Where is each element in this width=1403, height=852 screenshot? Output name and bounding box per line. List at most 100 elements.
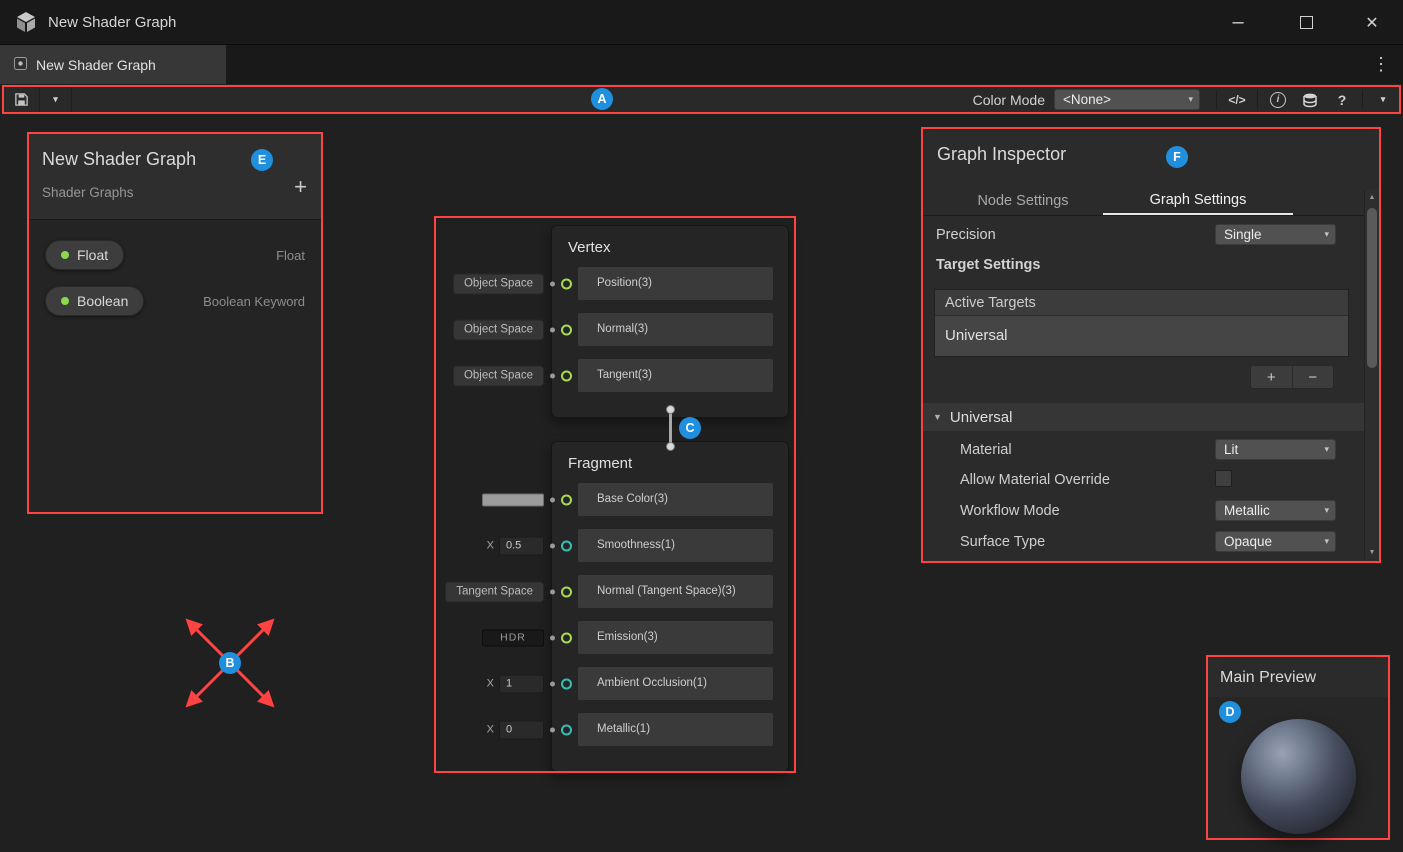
- window-title: New Shader Graph: [48, 14, 176, 31]
- color-mode-value: <None>: [1063, 92, 1111, 107]
- maximize-button[interactable]: [1285, 0, 1327, 45]
- port-label: Normal (Tangent Space)(3): [578, 575, 773, 608]
- toolbar-overflow-button[interactable]: ▾: [1367, 87, 1399, 112]
- tab-new-shader-graph[interactable]: New Shader Graph: [0, 45, 226, 84]
- add-target-button[interactable]: +: [1251, 366, 1292, 388]
- list-item: Float Float: [29, 232, 321, 278]
- annotation-badge-a: A: [591, 88, 613, 110]
- space-dropdown[interactable]: Tangent Space: [445, 581, 544, 602]
- connector-stub-icon: [550, 635, 555, 640]
- port-icon[interactable]: [561, 586, 572, 597]
- inspector-scrollbar[interactable]: ▲ ▼: [1364, 190, 1379, 559]
- value-field[interactable]: 1: [499, 674, 544, 693]
- view-code-button[interactable]: </>: [1221, 87, 1253, 112]
- surface-type-dropdown[interactable]: Opaque ▾: [1215, 531, 1336, 552]
- add-property-button[interactable]: +: [294, 176, 307, 198]
- port-icon[interactable]: [561, 324, 572, 335]
- scroll-down-icon[interactable]: ▼: [1365, 545, 1379, 559]
- port-label: Normal(3): [578, 313, 773, 346]
- material-dropdown[interactable]: Lit ▾: [1215, 439, 1336, 460]
- annotation-badge-b: B: [219, 652, 241, 674]
- space-dropdown[interactable]: Object Space: [453, 319, 544, 340]
- port-icon[interactable]: [561, 632, 572, 643]
- unity-logo: [13, 9, 39, 35]
- panel-title: Main Preview: [1220, 669, 1316, 687]
- port-icon[interactable]: [561, 724, 572, 735]
- fragment-row-normal: Tangent Space Normal (Tangent Space)(3): [578, 575, 773, 608]
- connector-stub-icon: [550, 327, 555, 332]
- tab-label: New Shader Graph: [36, 57, 156, 73]
- chevron-down-icon: ▾: [1324, 229, 1329, 240]
- space-dropdown[interactable]: Object Space: [453, 273, 544, 294]
- close-button[interactable]: ✕: [1351, 0, 1393, 45]
- maximize-icon: [1300, 16, 1313, 29]
- connector-stub-icon: [550, 589, 555, 594]
- port-label: Emission(3): [578, 621, 773, 654]
- chevron-down-icon: ▾: [1324, 505, 1329, 516]
- scroll-up-icon[interactable]: ▲: [1365, 190, 1379, 204]
- toolbar-divider: [1257, 90, 1258, 109]
- color-mode-dropdown[interactable]: <None> ▾: [1054, 89, 1200, 110]
- axis-label: X: [487, 724, 494, 736]
- blackboard-subtitle: Shader Graphs: [42, 185, 134, 200]
- allow-material-override-label: Allow Material Override: [960, 472, 1110, 488]
- blackboard-property-float[interactable]: Float: [45, 240, 124, 270]
- graph-toolbar: ▾ Color Mode <None> ▾ </> i ? ▾: [2, 85, 1401, 114]
- scrollbar-thumb[interactable]: [1367, 208, 1377, 368]
- material-label: Material: [960, 442, 1012, 458]
- tab-graph-settings[interactable]: Graph Settings: [1103, 186, 1293, 215]
- space-dropdown[interactable]: Object Space: [453, 365, 544, 386]
- port-icon[interactable]: [561, 540, 572, 551]
- vertex-node[interactable]: Vertex Object Space Position(3) Object S…: [551, 225, 789, 418]
- fragment-row-smoothness: X 0.5 Smoothness(1): [578, 529, 773, 562]
- precision-dropdown[interactable]: Single ▾: [1215, 224, 1336, 245]
- toolbar-divider: [1362, 90, 1363, 109]
- connector-end-icon: [666, 405, 675, 414]
- universal-foldout[interactable]: ▼ Universal: [923, 403, 1364, 431]
- blackboard-panel: New Shader Graph Shader Graphs + E Float…: [27, 132, 323, 514]
- help-button[interactable]: ?: [1326, 87, 1358, 112]
- port-icon[interactable]: [561, 678, 572, 689]
- minimize-button[interactable]: –: [1217, 0, 1259, 45]
- port-label: Tangent(3): [578, 359, 773, 392]
- blackboard-property-boolean[interactable]: Boolean: [45, 286, 144, 316]
- node-title: Vertex: [552, 226, 788, 267]
- workflow-mode-dropdown[interactable]: Metallic ▾: [1215, 500, 1336, 521]
- port-label: Position(3): [578, 267, 773, 300]
- fragment-node[interactable]: Fragment Base Color(3) X 0.5 Smoothness(…: [551, 441, 789, 772]
- chevron-down-icon: ▾: [1324, 536, 1329, 547]
- graph-inspector-panel: Graph Inspector F Node Settings Graph Se…: [921, 127, 1381, 563]
- overflow-menu-icon[interactable]: ⋮: [1367, 45, 1395, 84]
- graph-inspector-toggle-button[interactable]: i: [1262, 87, 1294, 112]
- remove-target-button[interactable]: −: [1292, 366, 1334, 388]
- port-icon[interactable]: [561, 370, 572, 381]
- tab-node-settings[interactable]: Node Settings: [943, 186, 1103, 215]
- port-icon[interactable]: [561, 278, 572, 289]
- port-label: Ambient Occlusion(1): [578, 667, 773, 700]
- fragment-row-emission: HDR Emission(3): [578, 621, 773, 654]
- fragment-row-base-color: Base Color(3): [578, 483, 773, 516]
- blackboard-title: New Shader Graph: [42, 149, 196, 170]
- foldout-label: Universal: [950, 409, 1013, 426]
- blackboard-toggle-button[interactable]: [1294, 87, 1326, 112]
- foldout-arrow-icon: ▼: [933, 412, 942, 422]
- target-item-universal[interactable]: Universal: [935, 316, 1348, 356]
- panel-title: Graph Inspector: [937, 144, 1066, 165]
- allow-material-override-checkbox[interactable]: [1215, 470, 1232, 487]
- preview-sphere[interactable]: [1241, 719, 1356, 834]
- save-button[interactable]: [4, 87, 40, 112]
- value-field[interactable]: 0.5: [499, 536, 544, 555]
- color-swatch[interactable]: [482, 493, 544, 506]
- port-icon[interactable]: [561, 494, 572, 505]
- value-field[interactable]: 0: [499, 720, 544, 739]
- active-targets-header: Active Targets: [935, 290, 1348, 316]
- save-dropdown-button[interactable]: ▾: [40, 87, 72, 112]
- annotation-badge-d: D: [1219, 701, 1241, 723]
- port-label: Metallic(1): [578, 713, 773, 746]
- save-icon: [14, 92, 29, 107]
- hdr-color-field[interactable]: HDR: [482, 629, 544, 646]
- node-connector: [669, 413, 672, 443]
- chevron-down-icon: ▾: [1324, 444, 1329, 455]
- vertex-row-normal: Object Space Normal(3): [578, 313, 773, 346]
- material-value: Lit: [1224, 442, 1238, 457]
